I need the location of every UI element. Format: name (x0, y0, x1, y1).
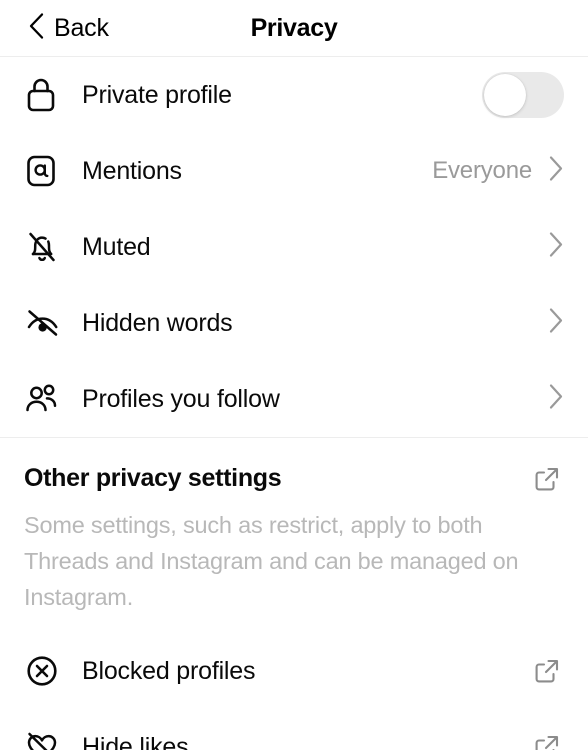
setting-row-hidden-words[interactable]: Hidden words (0, 285, 588, 361)
setting-accessory (548, 307, 564, 339)
eye-slash-icon (24, 306, 64, 340)
chevron-left-icon (28, 12, 45, 45)
setting-accessory (548, 231, 564, 263)
chevron-right-icon (548, 155, 564, 187)
setting-row-mentions[interactable]: Mentions Everyone (0, 133, 588, 209)
circle-x-icon (24, 653, 64, 689)
chevron-right-icon (548, 307, 564, 339)
back-button[interactable]: Back (0, 12, 109, 45)
setting-label: Hidden words (82, 308, 233, 337)
external-link-icon[interactable] (530, 657, 564, 685)
setting-label: Hide likes (82, 732, 189, 750)
section-title: Other privacy settings (24, 464, 282, 492)
setting-row-muted[interactable]: Muted (0, 209, 588, 285)
private-profile-toggle[interactable] (482, 72, 564, 118)
people-icon (24, 382, 64, 416)
setting-label: Blocked profiles (82, 656, 256, 685)
external-link-icon[interactable] (530, 733, 564, 750)
external-link-icon[interactable] (530, 465, 564, 493)
chevron-right-icon (548, 231, 564, 263)
back-label: Back (54, 13, 109, 42)
setting-label: Profiles you follow (82, 384, 280, 413)
at-sign-icon (24, 153, 64, 189)
app-header: Back Privacy (0, 0, 588, 57)
setting-row-blocked-profiles[interactable]: Blocked profiles (0, 633, 588, 709)
setting-row-profiles-you-follow[interactable]: Profiles you follow (0, 361, 588, 437)
setting-accessory: Everyone (432, 155, 564, 187)
section-description: Some settings, such as restrict, apply t… (24, 512, 519, 610)
setting-label: Private profile (82, 80, 232, 109)
setting-value: Everyone (432, 157, 532, 184)
setting-label: Mentions (82, 156, 182, 185)
setting-label: Muted (82, 232, 151, 261)
chevron-right-icon (548, 383, 564, 415)
setting-row-private-profile[interactable]: Private profile (0, 57, 588, 133)
bell-slash-icon (24, 228, 64, 266)
lock-icon (24, 76, 64, 114)
heart-slash-icon (24, 729, 64, 750)
setting-row-hide-likes[interactable]: Hide likes (0, 709, 588, 750)
setting-accessory (548, 383, 564, 415)
privacy-settings-screen: Back Privacy Private profile Mentions Ev… (0, 0, 588, 750)
other-privacy-settings-header[interactable]: Other privacy settings (0, 438, 588, 493)
toggle-knob (484, 74, 526, 116)
